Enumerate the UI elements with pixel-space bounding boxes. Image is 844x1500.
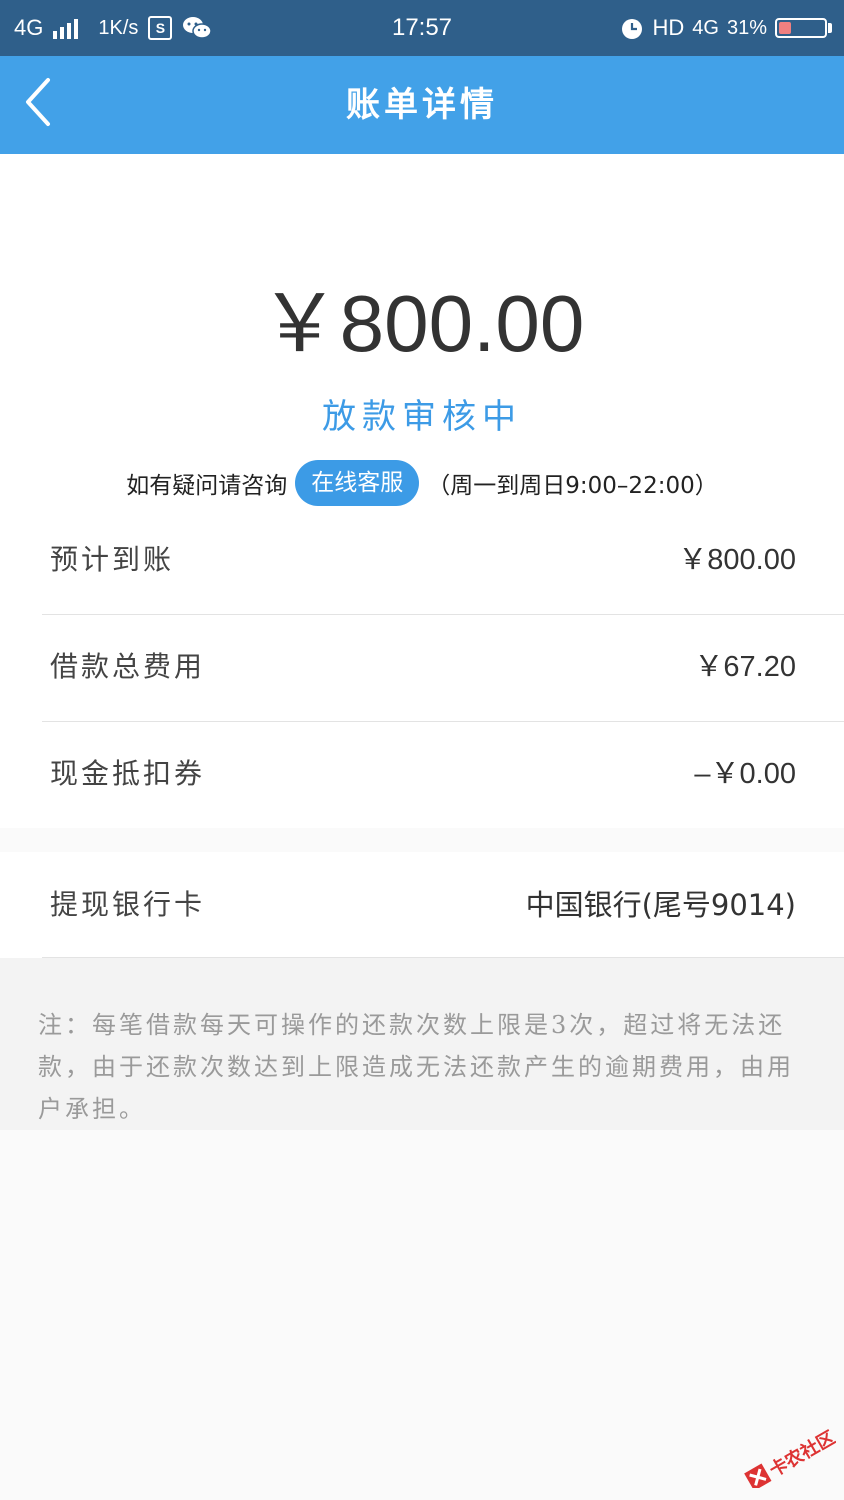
row-label: 预计到账 xyxy=(50,543,175,576)
row-value: –￥0.00 xyxy=(694,758,796,790)
consult-prefix: 如有疑问请咨询 xyxy=(126,473,288,499)
bank-card-value: 中国银行(尾号9014) xyxy=(525,888,796,922)
note-text: 注：每笔借款每天可操作的还款次数上限是3次，超过将无法还款，由于还款次数达到上限… xyxy=(38,1011,794,1123)
detail-row-coupon: 现金抵扣券 –￥0.00 xyxy=(42,721,844,827)
loan-status: 放款审核中 xyxy=(322,397,522,437)
battery-percent: 31% xyxy=(726,17,767,39)
consult-line: 如有疑问请咨询 在线客服 （周一到周日9:00–22:00） xyxy=(0,460,844,506)
detail-row-arrival: 预计到账 ￥800.00 xyxy=(42,507,844,613)
row-label: 借款总费用 xyxy=(50,650,206,683)
watermark-logo-icon: 卡农社区 xyxy=(744,1426,839,1491)
service-hours: （周一到周日9:00–22:00） xyxy=(427,473,718,499)
status-right: HD 4G 31% xyxy=(619,0,832,56)
watermark-text: 卡农社区 xyxy=(765,1426,836,1481)
status-bar: 4G 1K/s S 17:57 HD 4G 31% xyxy=(0,0,844,56)
alarm-icon xyxy=(621,19,642,39)
bank-card-label: 提现银行卡 xyxy=(50,888,206,921)
hd-label: HD xyxy=(652,15,685,40)
note-section: 注：每笔借款每天可操作的还款次数上限是3次，超过将无法还款，由于还款次数达到上限… xyxy=(0,958,844,1130)
watermark: 卡农社区 xyxy=(736,1420,839,1491)
page-title: 账单详情 xyxy=(346,85,498,125)
summary-card: ￥800.00 放款审核中 如有疑问请咨询 在线客服 （周一到周日9:00–22:0… xyxy=(0,154,844,828)
loan-amount: ￥800.00 xyxy=(259,279,585,368)
network-right-label: 4G xyxy=(692,17,719,39)
battery-icon xyxy=(775,18,832,38)
bank-card-row[interactable]: 提现银行卡 中国银行(尾号9014) xyxy=(0,852,844,958)
nav-bar: 账单详情 xyxy=(0,56,844,154)
row-label: 现金抵扣券 xyxy=(50,757,206,790)
row-value: ￥800.00 xyxy=(678,544,796,576)
detail-row-total-fee: 借款总费用 ￥67.20 xyxy=(42,614,844,720)
row-value: ￥67.20 xyxy=(694,651,796,683)
online-service-button[interactable]: 在线客服 xyxy=(295,460,420,506)
